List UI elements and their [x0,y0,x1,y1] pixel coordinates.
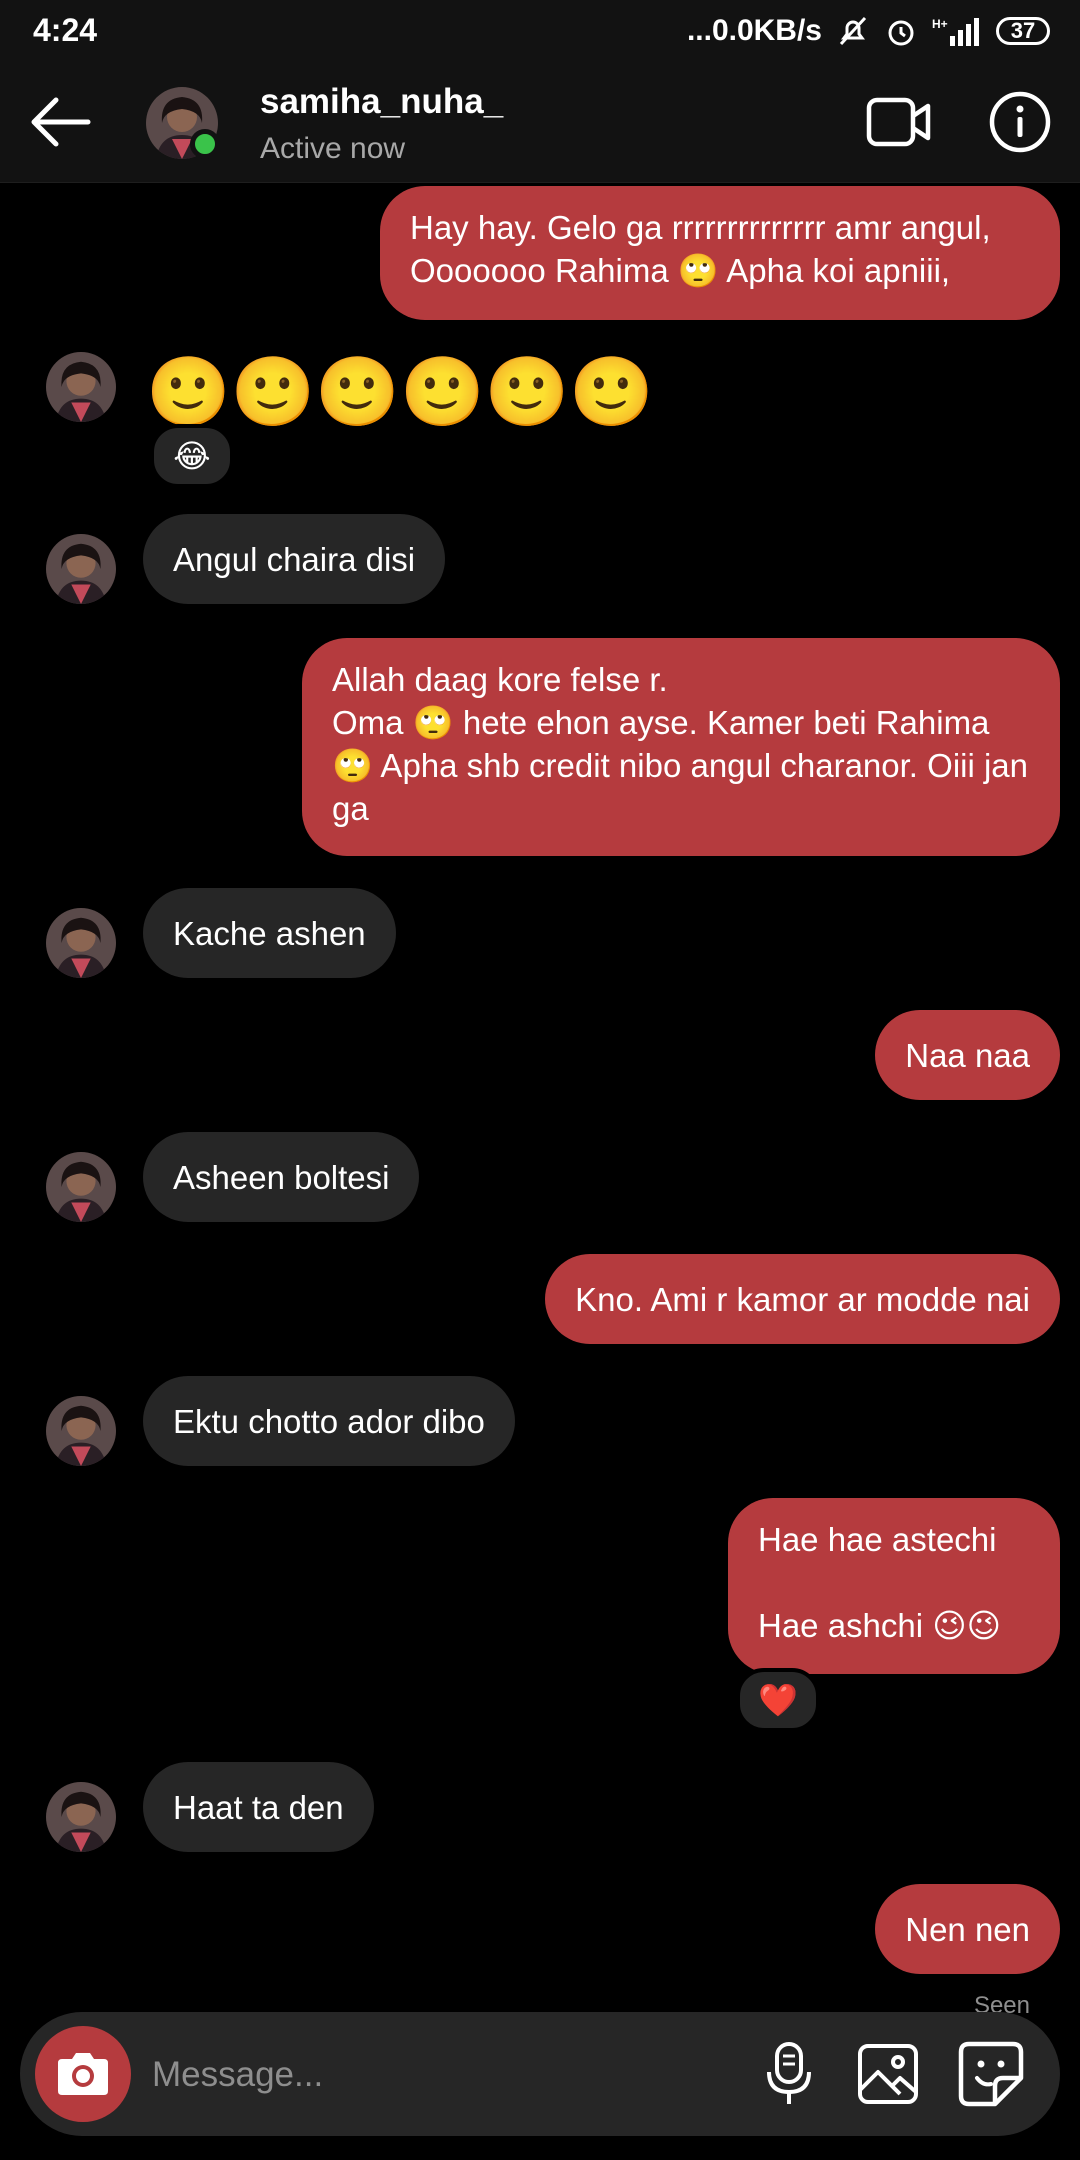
microphone-icon [767,2042,811,2104]
mute-icon [836,14,870,48]
info-icon [989,91,1051,153]
message-text: Asheen boltesi [173,1158,390,1196]
avatar[interactable] [46,908,116,978]
message-text: 🙂🙂🙂🙂🙂🙂 [146,354,655,430]
message-incoming[interactable]: Ektu chotto ador dibo [143,1376,515,1466]
message-incoming[interactable]: Haat ta den [143,1762,374,1852]
camera-icon [58,2053,108,2095]
back-button[interactable] [26,90,96,154]
message-text: Allah daag kore felse r. Oma 🙄 hete ehon… [332,661,1029,827]
contact-username[interactable]: samiha_nuha_ [260,82,503,122]
avatar[interactable] [46,1152,116,1222]
message-outgoing[interactable]: Naa naa [875,1010,1060,1100]
avatar[interactable] [46,1782,116,1852]
signal-icon: H+ [932,14,982,48]
voice-message-button[interactable] [755,2040,823,2108]
message-outgoing[interactable]: Hae hae astechi Hae ashchi 😉😉 [728,1498,1060,1674]
reaction-badge[interactable]: ❤️ [736,1668,820,1732]
avatar[interactable] [46,534,116,604]
info-button[interactable] [988,90,1052,154]
sticker-icon [958,2041,1024,2107]
message-text: Hay hay. Gelo ga rrrrrrrrrrrrrr amr angu… [410,209,991,289]
message-outgoing[interactable]: Hay hay. Gelo ga rrrrrrrrrrrrrr amr angu… [380,186,1060,320]
message-incoming-emoji[interactable]: 🙂🙂🙂🙂🙂🙂 [146,352,654,432]
message-outgoing[interactable]: Allah daag kore felse r. Oma 🙄 hete ehon… [302,638,1060,856]
svg-text:H+: H+ [932,17,948,31]
message-outgoing[interactable]: Nen nen [875,1884,1060,1974]
status-time: 4:24 [33,12,98,48]
avatar[interactable] [46,1396,116,1466]
message-text: Angul chaira disi [173,540,416,578]
message-text: Haat ta den [173,1788,344,1826]
message-composer [20,2012,1060,2136]
message-text: Kache ashen [173,914,366,952]
reaction-badge[interactable]: 😂 [150,424,234,488]
status-bar: 4:24 ...0.0KB/s H+ 37 [0,0,1080,62]
network-speed: ...0.0KB/s [686,14,822,47]
message-outgoing[interactable]: Kno. Ami r kamor ar modde nai [545,1254,1060,1344]
gallery-button[interactable] [854,2040,922,2108]
message-text: Kno. Ami r kamor ar modde nai [575,1280,1030,1318]
sticker-button[interactable] [955,2038,1027,2110]
video-call-button[interactable] [866,94,932,150]
video-call-icon [866,97,931,147]
back-arrow-icon [31,97,91,147]
chat-header: samiha_nuha_ Active now [0,62,1080,183]
online-indicator [190,129,220,159]
reaction-emoji: ❤️ [758,1682,798,1718]
message-incoming[interactable]: Angul chaira disi [143,514,446,604]
reaction-emoji: 😂 [173,438,211,474]
status-icons: ...0.0KB/s H+ 37 [687,12,1050,50]
contact-status: Active now [260,132,406,165]
battery-indicator: 37 [996,17,1050,45]
avatar[interactable] [46,352,116,422]
message-input[interactable] [150,2048,714,2102]
gallery-icon [858,2044,918,2104]
message-text: Hae hae astechi Hae ashchi 😉😉 [758,1521,1002,1644]
message-incoming[interactable]: Kache ashen [143,888,396,978]
message-text: Naa naa [905,1036,1030,1074]
message-incoming[interactable]: Asheen boltesi [143,1132,420,1222]
message-text: Nen nen [905,1910,1030,1948]
alarm-icon [884,14,918,48]
message-text: Ektu chotto ador dibo [173,1402,485,1440]
camera-button[interactable] [35,2026,131,2122]
